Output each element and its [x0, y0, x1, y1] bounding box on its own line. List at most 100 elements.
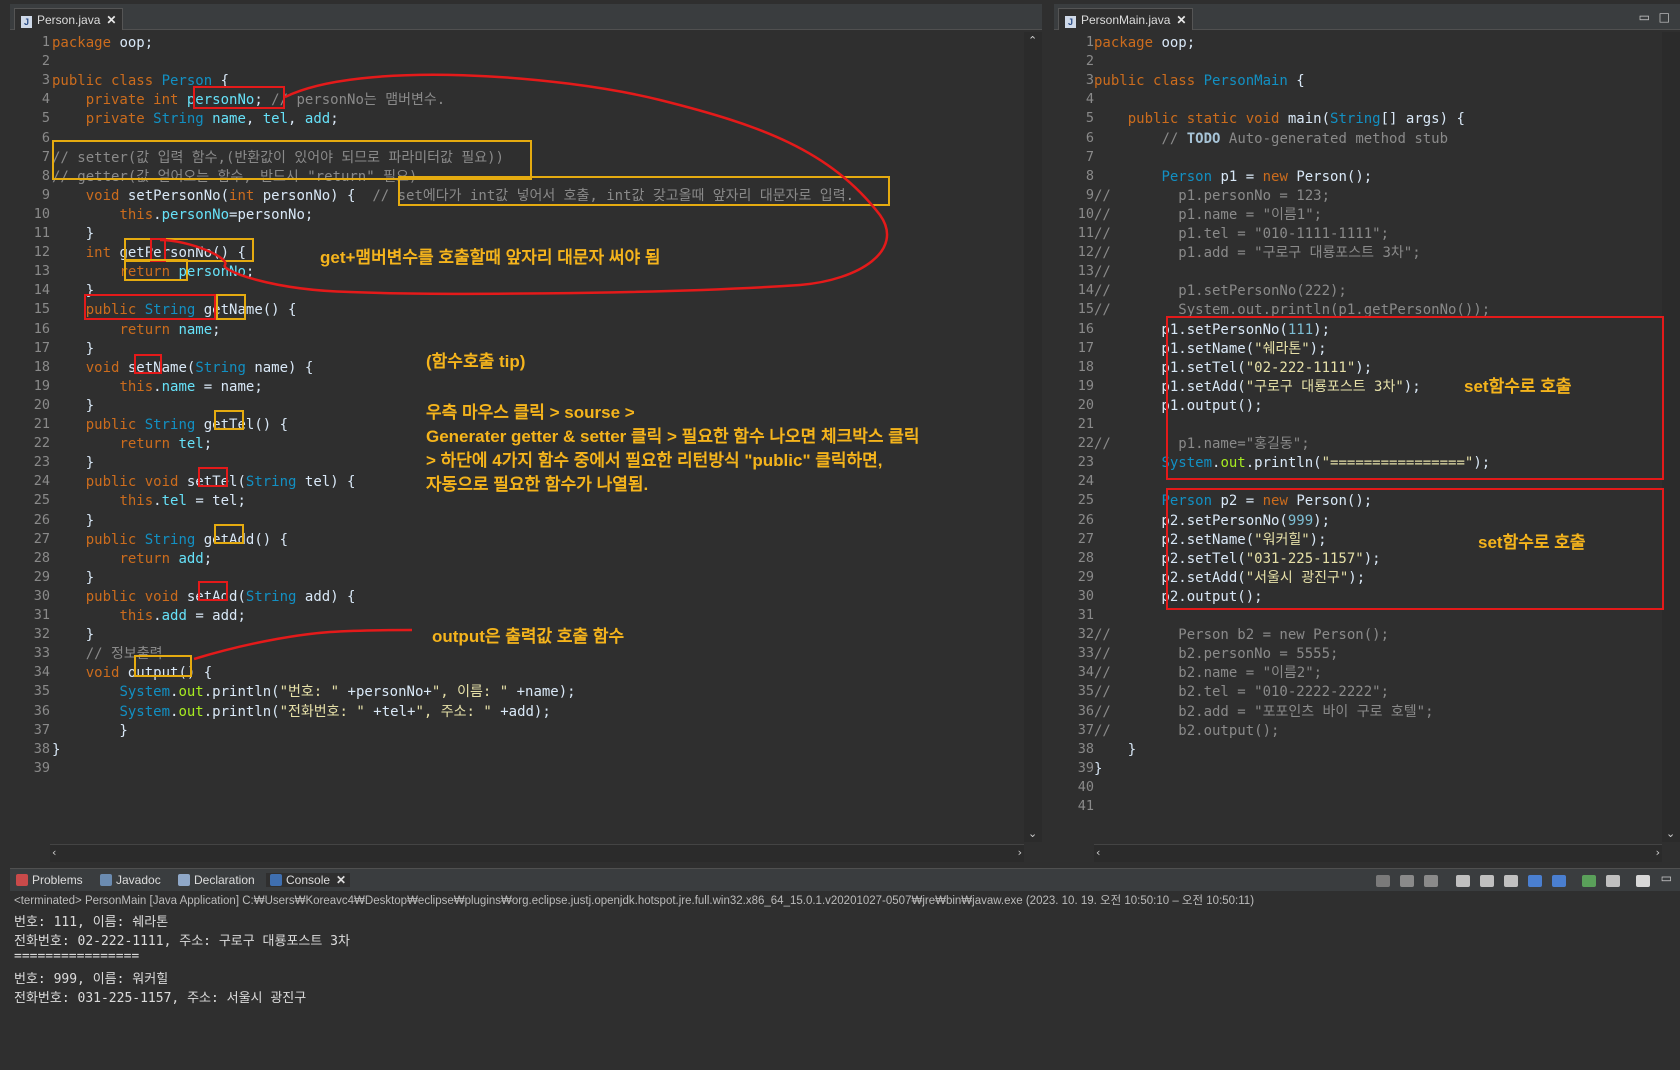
code-line[interactable]: System.out.println("전화번호: " +tel+", 주소: … — [52, 703, 550, 722]
code-line[interactable]: this.name = name; — [52, 378, 262, 397]
code-line[interactable]: public String getTel() { — [52, 416, 288, 435]
show-stderr-icon[interactable] — [1552, 875, 1566, 887]
close-icon[interactable]: ✕ — [1176, 13, 1186, 27]
code-line[interactable]: } — [52, 340, 94, 359]
code-token: tel — [178, 436, 204, 453]
code-line[interactable]: private String name, tel, add; — [52, 110, 339, 129]
code-line[interactable]: // Person b2 = new Person(); — [1094, 626, 1389, 645]
code-token: this — [119, 378, 154, 395]
code-line[interactable]: public class PersonMain { — [1094, 72, 1305, 91]
code-line[interactable]: // p1.add = "구로구 대룡포스트 3차"; — [1094, 244, 1421, 263]
scroll-left-icon[interactable]: ‹ — [52, 846, 56, 859]
code-line[interactable]: } — [52, 454, 94, 473]
code-line[interactable]: public static void main(String[] args) { — [1094, 110, 1465, 129]
code-token: // p1.tel = "010-1111-1111"; — [1094, 226, 1390, 242]
left-vertical-scrollbar[interactable]: ⌃ ⌄ — [1024, 32, 1042, 842]
scroll-right-icon[interactable]: › — [1656, 846, 1660, 859]
line-number: 29 — [1077, 568, 1094, 585]
code-line[interactable]: return tel; — [52, 435, 212, 454]
code-token: } — [52, 397, 95, 414]
code-line[interactable]: } — [52, 569, 94, 588]
clear-console-icon[interactable] — [1456, 875, 1470, 887]
code-line[interactable]: // b2.tel = "010-2222-2222"; — [1094, 683, 1389, 702]
code-line[interactable]: package oop; — [1094, 34, 1195, 53]
terminate-icon[interactable] — [1376, 875, 1390, 887]
code-line[interactable]: // TODO Auto-generated method stub — [1094, 130, 1448, 149]
code-line[interactable]: this.tel = tel; — [52, 492, 246, 511]
code-line[interactable]: void setName(String name) { — [52, 359, 314, 378]
minimize-icon[interactable]: ▭ — [1661, 871, 1672, 885]
tab-label: PersonMain.java — [1081, 13, 1171, 27]
code-line[interactable]: // b2.add = "포포인츠 바이 구로 호텔"; — [1094, 703, 1434, 722]
show-stdout-icon[interactable] — [1528, 875, 1542, 887]
word-wrap-icon[interactable] — [1504, 875, 1518, 887]
code-line[interactable]: // p1.tel = "010-1111-1111"; — [1094, 225, 1389, 244]
scroll-right-icon[interactable]: › — [1018, 846, 1022, 859]
tab-personmain-java[interactable]: J PersonMain.java ✕ — [1058, 8, 1194, 30]
right-vertical-scrollbar[interactable]: ⌄ — [1662, 32, 1680, 842]
code-line[interactable]: return add; — [52, 550, 212, 569]
code-line[interactable]: } — [1094, 741, 1136, 760]
minimize-icon[interactable]: ▭ — [1639, 10, 1650, 24]
code-token: public — [85, 531, 145, 548]
code-line[interactable]: package oop; — [52, 34, 153, 53]
tab-problems[interactable]: Problems — [16, 873, 83, 887]
code-token: } — [52, 569, 95, 586]
line-number: 22 — [33, 435, 50, 452]
code-line[interactable]: return name; — [52, 321, 220, 340]
code-line[interactable]: // p1.name = "이름1"; — [1094, 206, 1322, 225]
left-horizontal-scrollbar[interactable]: ‹ › — [50, 844, 1024, 862]
code-line[interactable]: // p1.setPersonNo(222); — [1094, 282, 1347, 301]
code-line[interactable]: System.out.println("번호: " +personNo+", 이… — [52, 683, 575, 702]
tab-console[interactable]: Console ✕ — [266, 873, 351, 887]
scroll-up-icon[interactable]: ⌃ — [1028, 34, 1037, 47]
close-icon[interactable]: ✕ — [336, 873, 346, 887]
code-line[interactable]: // b2.personNo = 5555; — [1094, 645, 1338, 664]
code-line[interactable]: // b2.name = "이름2"; — [1094, 664, 1322, 683]
line-number: 17 — [1077, 339, 1094, 356]
code-token: = tel; — [186, 493, 246, 510]
code-line[interactable]: this.add = add; — [52, 607, 245, 626]
code-token: name — [161, 378, 196, 395]
code-line[interactable]: } — [52, 722, 127, 741]
remove-launch-icon[interactable] — [1400, 875, 1414, 887]
code-line[interactable]: // — [1094, 263, 1111, 282]
code-token: // — [1094, 264, 1111, 281]
code-line[interactable]: Person p1 = new Person(); — [1094, 168, 1372, 187]
tab-declaration[interactable]: Declaration — [178, 873, 255, 887]
code-line[interactable]: } — [52, 512, 94, 531]
line-number: 21 — [33, 416, 50, 432]
maximize-icon[interactable]: □ — [1659, 10, 1670, 24]
scroll-down-icon[interactable]: ⌄ — [1666, 827, 1675, 840]
tab-label: Person.java — [37, 13, 101, 27]
line-number: 32 — [1077, 626, 1094, 643]
display-console-icon[interactable] — [1606, 875, 1620, 887]
tab-person-java[interactable]: J Person.java ✕ — [14, 8, 124, 30]
code-line[interactable]: // b2.output(); — [1094, 722, 1279, 741]
tab-javadoc[interactable]: Javadoc — [100, 873, 161, 887]
code-line[interactable]: } — [52, 741, 60, 760]
scroll-lock-icon[interactable] — [1480, 875, 1494, 887]
code-line[interactable]: } — [1094, 760, 1102, 779]
code-line[interactable]: } — [52, 397, 94, 416]
scroll-down-icon[interactable]: ⌄ — [1028, 827, 1037, 840]
code-line[interactable]: } — [52, 225, 94, 244]
line-number: 7 — [41, 148, 50, 165]
scroll-left-icon[interactable]: ‹ — [1096, 846, 1100, 859]
code-line[interactable]: this.personNo=personNo; — [52, 206, 313, 225]
line-number: 27 — [33, 530, 50, 547]
line-number: 14 — [1077, 282, 1094, 299]
code-line[interactable]: public String getAdd() { — [52, 531, 288, 550]
code-line[interactable]: } — [52, 626, 94, 645]
code-line[interactable]: // p1.personNo = 123; — [1094, 187, 1330, 206]
remove-all-icon[interactable] — [1424, 875, 1438, 887]
right-horizontal-scrollbar[interactable]: ‹ › — [1094, 844, 1662, 862]
pin-console-icon[interactable] — [1582, 875, 1596, 887]
close-icon[interactable]: ✕ — [106, 13, 116, 27]
open-console-icon[interactable] — [1636, 875, 1650, 887]
